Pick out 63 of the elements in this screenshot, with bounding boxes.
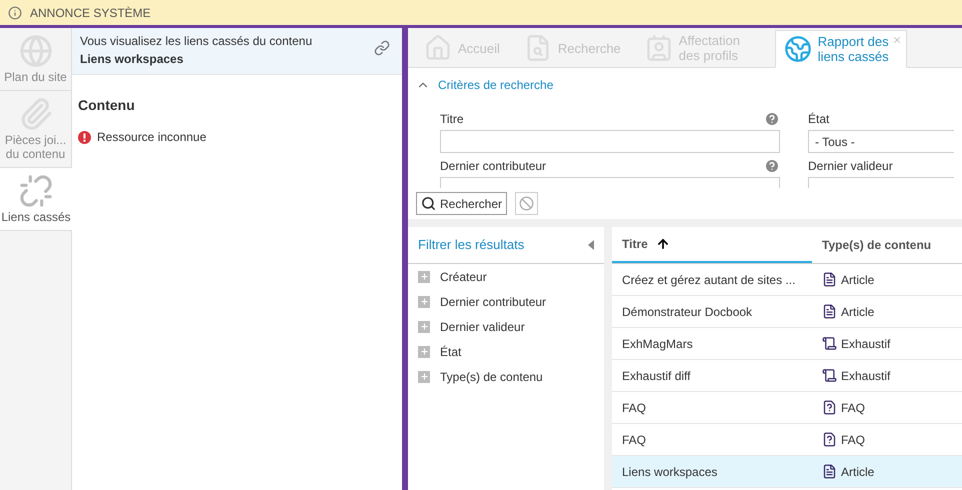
close-icon[interactable] — [892, 35, 902, 45]
expand-icon[interactable] — [418, 270, 430, 282]
title-cell-text: Créez et gérez autant de sites ... — [621, 272, 796, 288]
title-cell-text: Liens workspaces — [621, 464, 718, 480]
type-cell-text: FAQ — [841, 432, 866, 448]
title-cell-text: FAQ — [621, 432, 648, 448]
banner-title: ANNONCE SYSTÈME — [30, 4, 151, 22]
title-cell-text: FAQ — [621, 400, 648, 416]
type-cell-text: FAQ — [841, 400, 866, 416]
error-text: Ressource inconnue — [97, 129, 206, 146]
input-field[interactable] — [440, 130, 780, 153]
document-icon — [822, 304, 837, 319]
content-title: Liens workspaces — [80, 51, 184, 68]
expand-icon[interactable] — [418, 346, 430, 358]
type-cell-text: Article — [841, 272, 874, 288]
table-row[interactable]: Liens workspaces Article — [612, 456, 962, 488]
field-label: État — [808, 111, 830, 128]
clear-button[interactable] — [515, 192, 538, 215]
sort-arrow-icon — [656, 237, 670, 251]
title-cell-text: Démonstrateur Docbook — [621, 304, 754, 320]
globe-icon — [784, 35, 812, 63]
type-cell-text: Article — [841, 464, 874, 480]
search-icon — [421, 196, 436, 211]
title-cell-text: Exhaustif diff — [621, 368, 692, 384]
filter-item[interactable]: Type(s) de contenu — [440, 368, 543, 386]
document-question-icon — [822, 432, 837, 447]
filter-item[interactable]: Créateur — [440, 268, 487, 286]
filter-item[interactable]: Dernier valideur — [440, 318, 525, 336]
help-icon[interactable] — [764, 111, 780, 127]
scroll-icon — [822, 336, 837, 351]
tab[interactable]: Rapport des liens cassés — [774, 30, 907, 68]
field-label: Titre — [440, 111, 464, 128]
filter-item[interactable]: Dernier contributeur — [440, 292, 546, 310]
help-icon[interactable] — [764, 158, 780, 174]
expand-icon[interactable] — [418, 370, 430, 382]
type-cell-text: Exhaustif — [841, 336, 890, 352]
filter-title: Filtrer les résultats — [418, 236, 524, 254]
ban-icon — [519, 196, 534, 211]
collapse-icon[interactable] — [588, 240, 594, 250]
scroll-icon — [822, 368, 837, 383]
type-cell-text: Article — [841, 304, 874, 320]
column-header[interactable]: Type(s) de contenu — [812, 227, 962, 263]
error-icon — [78, 130, 91, 144]
broken-link-icon — [19, 174, 53, 208]
document-question-icon — [822, 400, 837, 415]
info-icon — [8, 6, 22, 20]
section-heading: Contenu — [77, 96, 136, 115]
filter-item[interactable]: État — [440, 342, 462, 360]
type-cell-text: Exhaustif — [841, 368, 890, 384]
field-label: Dernier contributeur — [440, 158, 546, 175]
search-button[interactable]: Rechercher — [416, 192, 508, 215]
criteria-toggle[interactable]: Critères de recherche — [416, 76, 554, 94]
side-nav-item[interactable]: Liens cassés — [0, 168, 72, 231]
state-select[interactable]: - Tous - — [808, 130, 954, 153]
document-icon — [822, 464, 837, 479]
link-icon — [374, 40, 390, 56]
expand-icon[interactable] — [418, 296, 430, 308]
field-label: Dernier valideur — [808, 158, 893, 175]
expand-icon[interactable] — [418, 320, 430, 332]
header-intro: Vous visualisez les liens cassés du contenu — [80, 33, 312, 50]
document-icon — [822, 272, 837, 287]
title-cell-text: ExhMagMars — [621, 336, 694, 352]
globe-icon — [18, 34, 52, 68]
